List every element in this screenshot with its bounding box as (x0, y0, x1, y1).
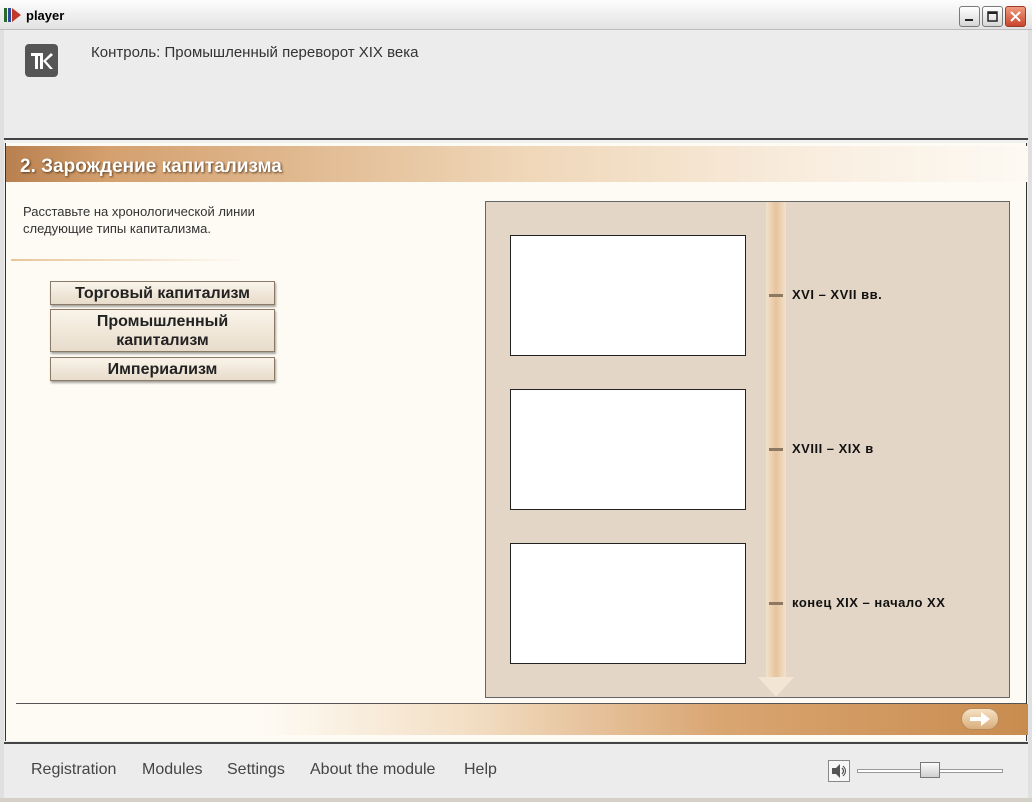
drop-zone-2[interactable] (510, 389, 746, 510)
section-title: 2. Зарождение капитализма (20, 156, 282, 177)
drop-zone-1[interactable] (510, 235, 746, 356)
task-instructions: Расставьте на хронологической линии след… (23, 204, 255, 236)
menu-settings[interactable]: Settings (227, 761, 285, 779)
menu-registration[interactable]: Registration (31, 761, 116, 779)
minimize-icon (965, 19, 973, 21)
divider (11, 259, 246, 261)
period-label-1: XVI – XVII вв. (792, 287, 883, 302)
timeline-tick (769, 448, 783, 451)
menu-help[interactable]: Help (464, 761, 497, 779)
timeline-arrow-icon (758, 677, 794, 697)
maximize-icon (987, 11, 998, 22)
volume-slider-thumb[interactable] (920, 762, 940, 778)
navigation-band (6, 704, 1028, 735)
period-label-3: конец XIX – начало XX (792, 595, 946, 610)
menu-about-module[interactable]: About the module (310, 761, 435, 779)
section-banner: 2. Зарождение капитализма (6, 146, 1028, 182)
option-imperialism[interactable]: Империализм (50, 357, 275, 381)
footer-menu: Registration Modules Settings About the … (4, 742, 1028, 798)
timeline-line (766, 202, 786, 680)
page-title: Контроль: Промышленный переворот XIX век… (91, 44, 419, 61)
lesson-content: 2. Зарождение капитализма Расставьте на … (5, 143, 1028, 741)
timeline-tick (769, 294, 783, 297)
app-header: Контроль: Промышленный переворот XIX век… (4, 30, 1028, 140)
maximize-button[interactable] (982, 6, 1003, 27)
timeline-tick (769, 602, 783, 605)
speaker-icon[interactable] (828, 760, 850, 782)
close-button[interactable] (1005, 6, 1026, 27)
window-titlebar: player (0, 0, 1032, 30)
window-bottom-edge (0, 798, 1032, 802)
option-trade-capitalism[interactable]: Торговый капитализм (50, 281, 275, 305)
next-button[interactable] (961, 708, 999, 730)
arrow-right-icon (970, 712, 990, 726)
drop-zone-3[interactable] (510, 543, 746, 664)
k-logo-icon (25, 44, 58, 77)
close-icon (1010, 11, 1021, 22)
window-title: player (26, 8, 65, 23)
option-industrial-capitalism[interactable]: Промышленный капитализм (50, 309, 275, 352)
app-icon (4, 8, 21, 22)
menu-modules[interactable]: Modules (142, 761, 202, 779)
minimize-button[interactable] (959, 6, 980, 27)
timeline-panel: XVI – XVII вв. XVIII – XIX в конец XIX –… (485, 201, 1010, 698)
period-label-2: XVIII – XIX в (792, 441, 874, 456)
